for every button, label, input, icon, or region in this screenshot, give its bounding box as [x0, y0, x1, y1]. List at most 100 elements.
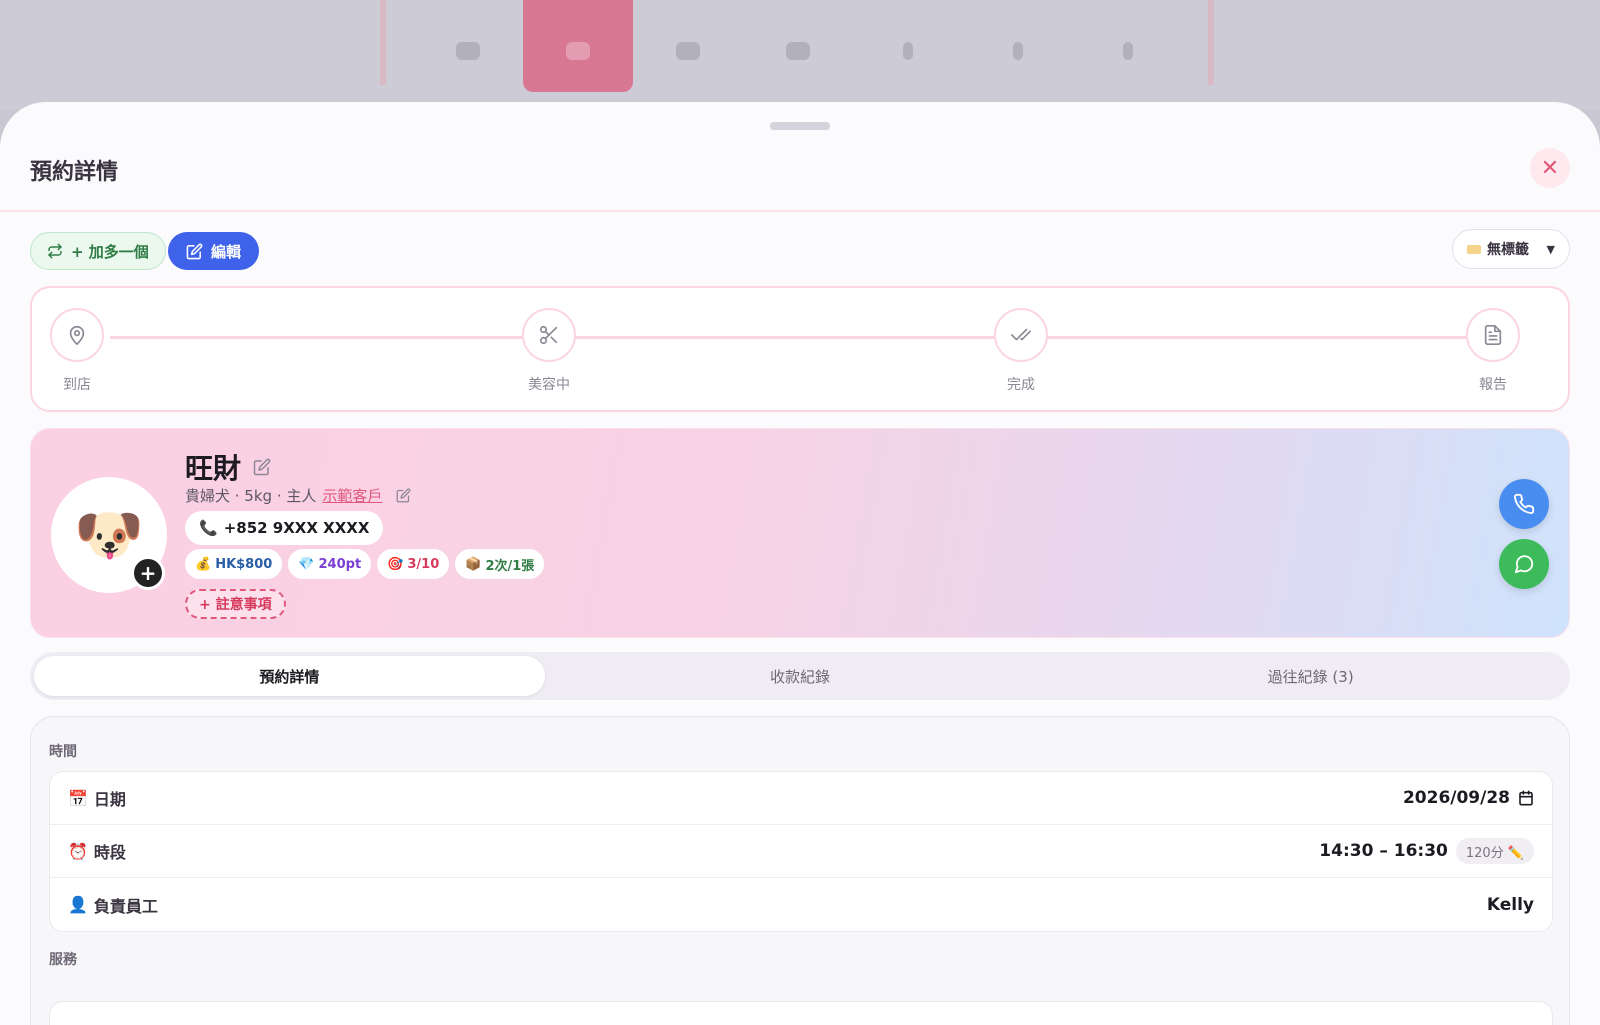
- phone-icon: [1514, 493, 1535, 514]
- time-rows: 📅 日期 2026/09/28 ⏰ 時段 14:30 – 16:30 120分 …: [49, 771, 1553, 932]
- timeslot-value-group: 14:30 – 16:30 120分 ✏️: [1319, 838, 1534, 864]
- plus-icon: +: [139, 561, 157, 585]
- step-grooming[interactable]: 美容中: [521, 308, 577, 394]
- appointment-detail-sheet: 預約詳情 ✕ + 加多一個 編輯 無標籤 ▼ 到店 美容中 完成 報告 🐶 + …: [0, 102, 1600, 1025]
- chat-bubble-icon: [1514, 555, 1534, 574]
- timeslot-value: 14:30 – 16:30: [1319, 841, 1448, 861]
- package-icon: 📦: [465, 556, 482, 572]
- pet-name-row: 旺財: [185, 447, 271, 487]
- calendar-icon: 📅: [68, 788, 88, 808]
- document-icon: [1484, 325, 1502, 345]
- calendar-picker-icon[interactable]: [1518, 790, 1534, 806]
- bg-cell: [1073, 0, 1183, 92]
- bg-cell-active: [523, 0, 633, 92]
- tab-appointment-details[interactable]: 預約詳情: [34, 656, 545, 696]
- time-section-label: 時間: [49, 744, 77, 760]
- service-section-label: 服務: [49, 952, 77, 968]
- bg-marker: [380, 0, 386, 85]
- pet-card: 🐶 + 旺財 貴婦犬 · 5kg · 主人 示範客戶 📞 +852 9XXX X…: [30, 428, 1570, 638]
- drag-handle[interactable]: [770, 122, 830, 130]
- timeslot-row[interactable]: ⏰ 時段 14:30 – 16:30 120分 ✏️: [50, 825, 1552, 878]
- person-icon: 👤: [68, 895, 88, 914]
- details-panel: 時間 📅 日期 2026/09/28 ⏰ 時段 14:30 – 16:30 12…: [30, 716, 1570, 1025]
- edit-owner-icon[interactable]: [396, 488, 411, 503]
- chevron-down-icon: ▼: [1546, 242, 1555, 256]
- repeat-icon: [48, 243, 62, 259]
- date-row[interactable]: 📅 日期 2026/09/28: [50, 772, 1552, 825]
- bg-marker: [1208, 0, 1214, 85]
- step-label: 美容中: [528, 377, 570, 393]
- scissors-icon: [539, 325, 558, 345]
- tab-past-records[interactable]: 過往紀錄 (3): [1055, 656, 1566, 696]
- step-done[interactable]: 完成: [993, 308, 1049, 394]
- call-button[interactable]: [1499, 479, 1549, 529]
- pet-meta: 貴婦犬 · 5kg · 主人 示範客戶: [185, 485, 411, 506]
- staff-label-group: 👤 負責員工: [68, 893, 158, 917]
- tag-select-value: 無標籤: [1487, 242, 1529, 258]
- progress-tracker: 到店 美容中 完成 報告: [30, 286, 1570, 412]
- balance-value: HK$800: [215, 556, 273, 572]
- alarm-clock-icon: ⏰: [68, 841, 88, 861]
- date-label: 日期: [93, 790, 126, 809]
- edit-name-icon[interactable]: [253, 458, 271, 476]
- pet-meta-text: 貴婦犬 · 5kg · 主人: [185, 487, 317, 505]
- phone-icon: 📞: [199, 519, 218, 537]
- bg-cell: [413, 0, 523, 92]
- stats-chips: 💰 HK$800 💎 240pt 🎯 3/10 📦 2次/1張: [185, 549, 545, 579]
- whatsapp-button[interactable]: [1499, 539, 1549, 589]
- timeslot-label-group: ⏰ 時段: [68, 839, 126, 863]
- timeslot-label: 時段: [93, 843, 126, 862]
- edit-button[interactable]: 編輯: [168, 232, 260, 270]
- step-label: 完成: [1007, 377, 1035, 393]
- owner-link[interactable]: 示範客戶: [322, 485, 382, 506]
- bg-cell: [963, 0, 1073, 92]
- edit-icon: [186, 243, 203, 259]
- bg-cell: [633, 0, 743, 92]
- bg-cell: [853, 0, 963, 92]
- tab-payment-records[interactable]: 收款紀錄: [545, 656, 1056, 696]
- background-calendar-strip: [0, 0, 1600, 110]
- phone-chip[interactable]: 📞 +852 9XXX XXXX: [185, 511, 384, 545]
- step-report[interactable]: 報告: [1465, 308, 1521, 394]
- close-icon: ✕: [1540, 155, 1560, 181]
- date-label-group: 📅 日期: [68, 786, 126, 810]
- package-value: 2次/1張: [485, 558, 535, 574]
- stamp-value: 3/10: [407, 556, 440, 572]
- add-another-label: + 加多一個: [71, 242, 149, 261]
- staff-label: 負責員工: [93, 896, 158, 916]
- location-pin-icon: [69, 325, 85, 345]
- double-check-icon: [1011, 328, 1031, 341]
- add-photo-button[interactable]: +: [131, 556, 165, 590]
- points-value: 240pt: [318, 556, 362, 572]
- tag-icon: [1467, 244, 1481, 254]
- phone-number: +852 9XXX XXXX: [223, 519, 370, 537]
- header-divider: [0, 210, 1600, 212]
- edit-label: 編輯: [211, 242, 242, 261]
- close-button[interactable]: ✕: [1530, 148, 1570, 188]
- sheet-title: 預約詳情: [30, 160, 119, 185]
- staff-value: Kelly: [1486, 894, 1534, 915]
- tag-select[interactable]: 無標籤 ▼: [1452, 229, 1570, 269]
- step-label: 到店: [63, 377, 91, 393]
- staff-row[interactable]: 👤 負責員工 Kelly: [50, 878, 1552, 931]
- step-arrived[interactable]: 到店: [49, 308, 105, 394]
- stamp-chip[interactable]: 🎯 3/10: [377, 549, 450, 579]
- package-chip[interactable]: 📦 2次/1張: [455, 549, 545, 579]
- duration-badge[interactable]: 120分 ✏️: [1455, 838, 1534, 864]
- progress-line: [110, 336, 1500, 339]
- pet-name: 旺財: [185, 452, 242, 485]
- add-note-button[interactable]: + 註意事項: [185, 589, 286, 619]
- money-bag-icon: 💰: [195, 556, 212, 572]
- services-list: [49, 1001, 1553, 1025]
- balance-chip[interactable]: 💰 HK$800: [185, 549, 283, 579]
- date-value: 2026/09/28: [1402, 788, 1510, 808]
- bg-cell: [743, 0, 853, 92]
- detail-tabs: 預約詳情 收款紀錄 過往紀錄 (3): [30, 652, 1570, 700]
- add-another-button[interactable]: + 加多一個: [30, 232, 166, 270]
- dog-icon: 🐶: [74, 503, 144, 568]
- date-value-group[interactable]: 2026/09/28: [1403, 788, 1534, 808]
- target-icon: 🎯: [387, 556, 404, 572]
- step-label: 報告: [1479, 377, 1507, 393]
- points-chip[interactable]: 💎 240pt: [288, 549, 372, 579]
- gem-icon: 💎: [298, 556, 315, 572]
